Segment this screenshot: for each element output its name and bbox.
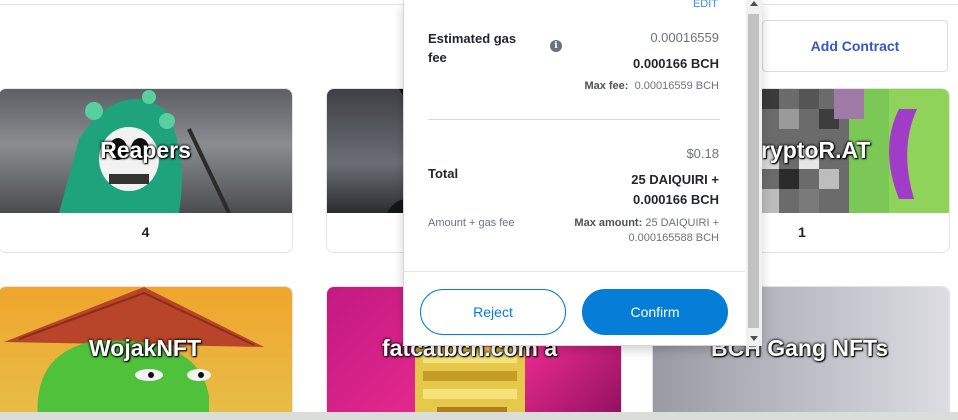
total-fiat: $0.18 <box>686 146 719 161</box>
collection-count: 1 <box>798 224 806 240</box>
max-amount-label: Max amount: <box>574 217 643 229</box>
collection-count: 4 <box>141 224 150 240</box>
popup-scrollbar-thumb[interactable] <box>748 14 759 328</box>
amount-gas-fee-label: Amount + gas fee <box>428 217 515 229</box>
reject-button[interactable]: Reject <box>420 289 566 335</box>
max-fee-label: Max fee: <box>584 80 629 92</box>
collection-card-cryptorat[interactable]: ryptoR.AT 1 <box>748 88 950 253</box>
gas-fee-primary: 0.000166 BCH <box>633 56 719 71</box>
add-contract-button[interactable]: Add Contract <box>762 20 948 72</box>
edit-link[interactable]: EDIT <box>693 0 718 10</box>
section-divider <box>428 119 720 120</box>
transaction-confirm-popup: EDIT Estimated gas fee i 0.00016559 0.00… <box>403 0 762 346</box>
scroll-up-arrow-icon[interactable] <box>750 1 758 6</box>
collection-name: WojakNFT <box>89 335 202 361</box>
collection-name: Reapers <box>100 137 191 163</box>
total-line-2: 0.000166 BCH <box>633 192 719 207</box>
footer-divider <box>404 271 745 272</box>
max-amount-value-1: 25 DAIQUIRI + <box>645 217 719 229</box>
collection-card-reapers[interactable]: Reapers 4 <box>0 88 293 253</box>
collection-name: ryptoR.AT <box>761 137 871 163</box>
estimated-gas-fee-label: Estimated gas fee <box>428 31 517 65</box>
max-amount-value-2: 0.000165588 BCH <box>628 232 719 244</box>
max-fee-value: 0.00016559 BCH <box>634 80 719 92</box>
total-label: Total <box>428 166 459 181</box>
horizontal-scrollbar[interactable] <box>0 412 958 420</box>
max-amount-line-1: Max amount: 25 DAIQUIRI + <box>574 216 719 231</box>
max-fee: Max fee: 0.00016559 BCH <box>584 79 719 94</box>
scroll-down-arrow-icon[interactable] <box>750 336 758 341</box>
collection-card-wojaknft[interactable]: WojakNFT <box>0 286 293 420</box>
nft-page: Add Contract Reapers 4 ryptoR.AT 1 Wojak… <box>0 0 958 420</box>
gas-fee-secondary: 0.00016559 <box>650 30 719 45</box>
confirm-button[interactable]: Confirm <box>582 289 728 335</box>
total-line-1: 25 DAIQUIRI + <box>631 172 719 187</box>
info-icon[interactable]: i <box>550 40 562 52</box>
